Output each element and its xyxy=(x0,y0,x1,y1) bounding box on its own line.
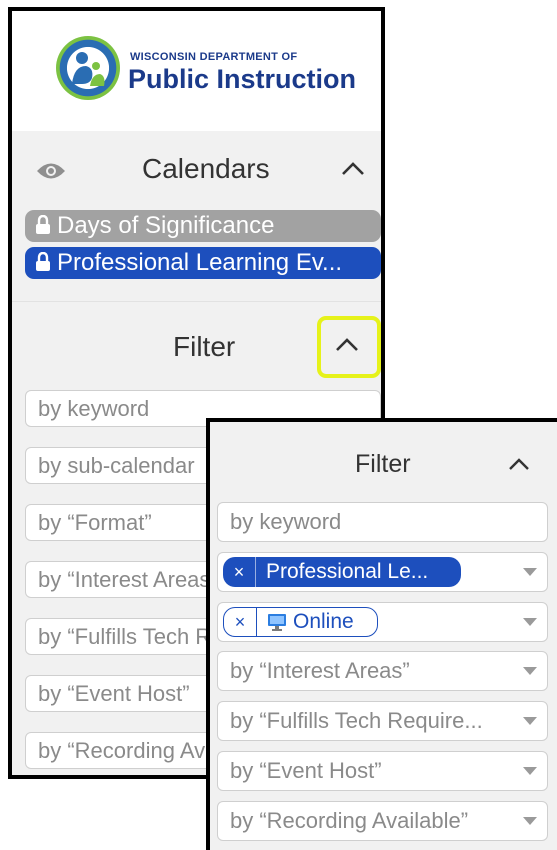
logo-area: WISCONSIN DEPARTMENT OF Public Instructi… xyxy=(12,11,381,131)
caret-down-icon[interactable] xyxy=(523,618,537,626)
section-divider xyxy=(12,301,381,302)
caret-down-icon[interactable] xyxy=(523,667,537,675)
chevron-up-icon[interactable] xyxy=(335,338,359,352)
filter-panel-zoom: Filter by keyword × Professional Le... ×… xyxy=(206,418,557,850)
calendar-item-professional-learning[interactable]: Professional Learning Ev... xyxy=(25,247,381,279)
caret-down-icon[interactable] xyxy=(523,717,537,725)
lock-icon xyxy=(36,251,50,271)
subcalendar-filter-select[interactable]: × Professional Le... xyxy=(217,552,548,592)
filter-title: Filter xyxy=(173,331,236,362)
filter-title: Filter xyxy=(355,450,411,478)
logo-top-text: WISCONSIN DEPARTMENT OF xyxy=(130,51,298,63)
lock-icon xyxy=(36,214,50,234)
remove-x-icon[interactable]: × xyxy=(224,603,256,641)
caret-down-icon[interactable] xyxy=(523,817,537,825)
calendar-item-days-of-significance[interactable]: Days of Significance xyxy=(25,210,381,242)
calendar-item-label: Professional Learning Ev... xyxy=(57,249,343,276)
caret-down-icon[interactable] xyxy=(523,767,537,775)
keyword-filter-input[interactable]: by keyword xyxy=(217,502,548,542)
chevron-up-icon[interactable] xyxy=(508,458,530,471)
filter-collapse-button-highlighted[interactable] xyxy=(317,316,381,378)
chevron-up-icon[interactable] xyxy=(341,162,365,176)
remove-x-icon[interactable]: × xyxy=(223,553,255,591)
caret-down-icon[interactable] xyxy=(523,568,537,576)
tag-label: Professional Le... xyxy=(266,560,429,583)
monitor-icon xyxy=(268,614,286,631)
dpi-logo-icon xyxy=(56,36,120,100)
selected-format-tag: × Online xyxy=(223,607,378,637)
tag-label: Online xyxy=(293,610,354,633)
event-host-filter-select[interactable]: by “Event Host” xyxy=(217,751,548,791)
eye-icon[interactable] xyxy=(36,162,66,180)
selected-subcalendar-tag: × Professional Le... xyxy=(223,557,461,587)
calendar-item-label: Days of Significance xyxy=(57,212,275,239)
calendars-title: Calendars xyxy=(142,153,270,184)
recording-filter-select[interactable]: by “Recording Available” xyxy=(217,801,548,841)
tech-requirement-filter-select[interactable]: by “Fulfills Tech Require... xyxy=(217,701,548,741)
format-filter-select[interactable]: × Online xyxy=(217,602,548,642)
calendars-header[interactable]: Calendars xyxy=(12,149,381,193)
logo-main-text: Public Instruction xyxy=(128,64,357,94)
interest-areas-filter-select[interactable]: by “Interest Areas” xyxy=(217,651,548,691)
